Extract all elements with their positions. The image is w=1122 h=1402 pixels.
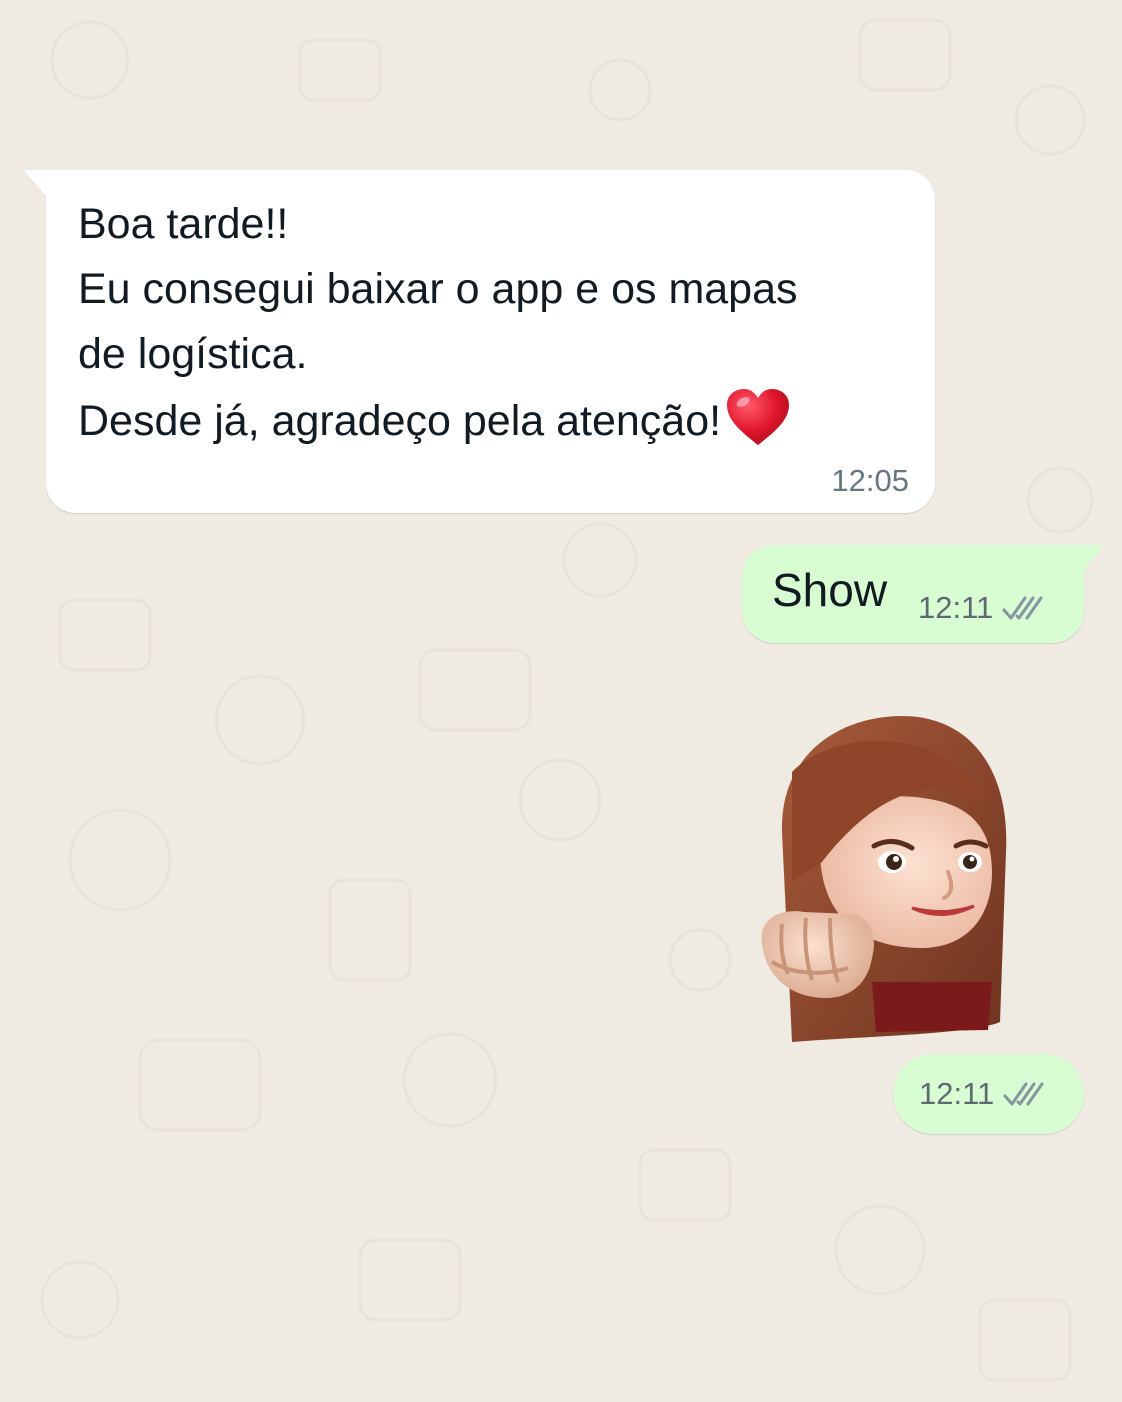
message-timestamp: 12:05 <box>831 463 909 498</box>
message-meta: 12:11 <box>919 1076 1046 1112</box>
message-meta: 12:11 <box>918 590 1045 626</box>
message-line-with-emoji: Desde já, agradeço pela atenção! <box>78 387 903 454</box>
incoming-bubble-tail <box>24 170 48 198</box>
message-line: de logística. <box>78 330 308 378</box>
message-line: Eu consegui baixar o app e os mapas <box>78 265 798 313</box>
double-check-icon <box>1003 1082 1044 1106</box>
incoming-message-bubble[interactable]: Boa tarde!! Eu consegui baixar o app e o… <box>46 170 935 513</box>
outgoing-message-bubble[interactable]: Show 12:11 <box>742 545 1084 643</box>
message-timestamp: 12:11 <box>919 1076 995 1111</box>
sticker-fist <box>761 911 874 998</box>
memoji-fist-bump-sticker[interactable] <box>752 712 1014 1046</box>
message-timestamp: 12:11 <box>918 590 994 625</box>
outgoing-bubble-tail <box>1082 545 1104 573</box>
outgoing-message-text: Show <box>772 564 888 616</box>
sticker-timestamp-pill: 12:11 <box>893 1054 1084 1134</box>
message-line: Boa tarde!! <box>78 200 289 248</box>
heart-emoji <box>727 389 790 445</box>
incoming-message-text: Boa tarde!! Eu consegui baixar o app e o… <box>78 192 903 454</box>
double-check-icon <box>1002 596 1043 620</box>
message-line: Desde já, agradeço pela atenção! <box>78 397 722 445</box>
